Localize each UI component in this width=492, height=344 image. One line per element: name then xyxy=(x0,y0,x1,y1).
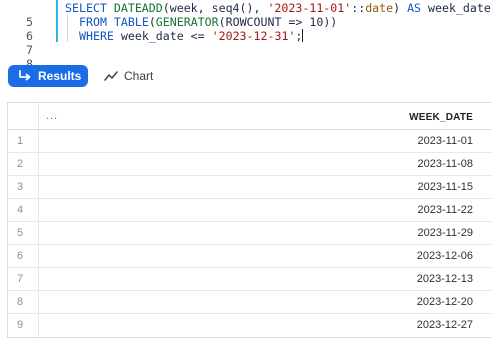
column-options-ellipsis[interactable]: ... xyxy=(46,110,58,122)
week-date-cell[interactable]: 2023-12-27 xyxy=(417,319,473,331)
row-number: 5 xyxy=(17,227,24,239)
tab-results[interactable]: Results xyxy=(8,65,88,87)
code-token: ) xyxy=(393,1,408,15)
code-line-7[interactable]: 7 WHERE week_date <= '2023-12-31'; xyxy=(0,29,492,57)
code-token: FROM xyxy=(79,15,107,29)
row-number-cell: 2 xyxy=(8,153,39,175)
code-token: AS xyxy=(407,1,422,15)
results-grid[interactable]: ... WEEK_DATE 1 2023-11-01 2 2023-11-08 … xyxy=(7,102,492,338)
text-cursor xyxy=(302,29,304,42)
week-date-cell[interactable]: 2023-11-08 xyxy=(418,158,473,170)
week-date-cell[interactable]: 2023-12-06 xyxy=(417,250,473,262)
row-number: 8 xyxy=(17,296,24,308)
table-row[interactable]: 2 2023-11-08 xyxy=(8,153,492,176)
table-row[interactable]: 4 2023-11-22 xyxy=(8,199,492,222)
row-number-cell: 3 xyxy=(8,176,39,198)
week-date-cell[interactable]: 2023-11-29 xyxy=(418,227,473,239)
row-number-header xyxy=(8,103,39,129)
grid-header-row: ... WEEK_DATE xyxy=(8,103,492,130)
code-token: ( xyxy=(148,15,156,29)
code-token: week_date xyxy=(421,1,491,15)
table-row[interactable]: 9 2023-12-27 xyxy=(8,314,492,337)
tab-chart-label: Chart xyxy=(124,69,154,83)
code-token: GENERATOR xyxy=(155,15,219,29)
tab-results-label: Results xyxy=(38,69,82,83)
table-row[interactable]: 1 2023-11-01 xyxy=(8,130,492,153)
code-token: date xyxy=(365,1,394,15)
code-text: WHERE week_date <= '2023-12-31'; xyxy=(79,29,304,43)
code-token: '2023-11-01' xyxy=(267,1,352,15)
row-number-cell: 1 xyxy=(8,130,39,152)
week-date-cell[interactable]: 2023-11-15 xyxy=(418,181,473,193)
row-number-cell: 4 xyxy=(8,199,39,221)
line-chart-icon xyxy=(104,71,118,81)
table-row[interactable]: 5 2023-11-29 xyxy=(8,222,492,245)
code-token: :: xyxy=(351,1,366,15)
week-date-cell[interactable]: 2023-11-22 xyxy=(418,204,473,216)
code-token: DATEADD xyxy=(113,1,163,15)
row-number-cell: 7 xyxy=(8,268,39,290)
code-token: ; xyxy=(295,29,303,43)
code-text: SELECT DATEADD(week, seq4(), '2023-11-01… xyxy=(65,1,491,15)
table-row[interactable]: 8 2023-12-20 xyxy=(8,291,492,314)
sql-editor[interactable]: 5 SELECT DATEADD(week, seq4(), '2023-11-… xyxy=(0,0,492,71)
row-number-cell: 9 xyxy=(8,314,39,337)
row-number-cell: 8 xyxy=(8,291,39,313)
code-token: WHERE xyxy=(79,29,114,43)
code-token: (week, seq4(), xyxy=(162,1,268,15)
row-number: 7 xyxy=(17,273,24,285)
week-date-cell[interactable]: 2023-12-20 xyxy=(417,296,473,308)
row-number: 3 xyxy=(17,181,24,193)
code-line-6[interactable]: 6 FROM TABLE(GENERATOR(ROWCOUNT => 10)) xyxy=(0,15,492,43)
row-number-cell: 5 xyxy=(8,222,39,244)
return-arrow-icon xyxy=(19,70,31,81)
column-header-week-date[interactable]: WEEK_DATE xyxy=(409,112,473,123)
row-number: 1 xyxy=(17,135,24,147)
week-date-cell[interactable]: 2023-12-13 xyxy=(417,273,473,285)
code-token: (ROWCOUNT => 10)) xyxy=(218,15,338,29)
week-date-cell[interactable]: 2023-11-01 xyxy=(418,135,473,147)
code-token: '2023-12-31' xyxy=(211,29,296,43)
code-token: week_date <= xyxy=(113,29,212,43)
code-line-8[interactable]: 8 xyxy=(0,43,492,71)
tab-chart[interactable]: Chart xyxy=(103,65,163,87)
code-line-5[interactable]: 5 SELECT DATEADD(week, seq4(), '2023-11-… xyxy=(0,1,492,29)
row-number: 9 xyxy=(17,319,24,331)
table-row[interactable]: 7 2023-12-13 xyxy=(8,268,492,291)
table-row[interactable]: 6 2023-12-06 xyxy=(8,245,492,268)
row-number: 2 xyxy=(17,158,24,170)
code-text: FROM TABLE(GENERATOR(ROWCOUNT => 10)) xyxy=(79,15,337,29)
table-row[interactable]: 3 2023-11-15 xyxy=(8,176,492,199)
results-toolbar: Results Chart xyxy=(0,58,492,94)
code-token: SELECT xyxy=(65,1,107,15)
row-number: 4 xyxy=(17,204,24,216)
row-number-cell: 6 xyxy=(8,245,39,267)
code-token: TABLE xyxy=(113,15,149,29)
row-number: 6 xyxy=(17,250,24,262)
